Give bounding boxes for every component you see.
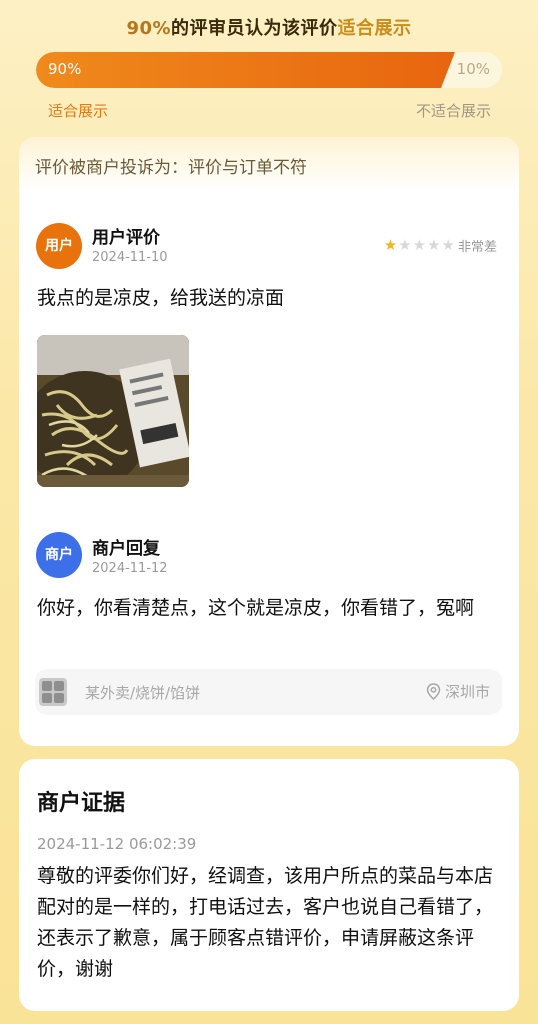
location-pin-icon [426,683,441,700]
user-review-text: 我点的是凉皮，给我送的凉面 [37,287,285,309]
star-icon: ★ [441,236,455,254]
star-icon: ★ [383,236,398,254]
review-photo-image [37,335,189,487]
star-icon: ★ [427,236,441,254]
merchant-reply-header: 商户 商户回复 2024-11-12 [19,532,519,592]
vote-suitable-fill [36,52,455,88]
merchant-reply-text: 你好，你看清楚点，这个就是凉皮，你看错了，冤啊 [37,597,475,619]
vote-unsuitable-label: 不适合展示 [415,102,491,120]
consensus-accent: 适合展示 [337,18,412,39]
shop-category: 某外卖/烧饼/馅饼 [85,684,201,702]
merchant-avatar: 商户 [36,532,82,578]
review-photo[interactable] [37,335,189,487]
rating-label: 非常差 [457,240,497,255]
evidence-text: 尊敬的评委你们好，经调查，该用户所点的菜品与本店配对的是一样的，打电话过去，客户… [37,865,494,980]
shop-thumbnail [39,678,67,706]
vote-suitable-label: 适合展示 [48,102,109,120]
vote-suitable-percent: 90% [48,60,82,78]
evidence-card: 商户证据 2024-11-12 06:02:39 尊敬的评委你们好，经调查，该用… [19,759,519,1011]
vote-unsuitable-percent: 10% [456,60,490,78]
star-icon: ★ [398,236,412,254]
merchant-reply-date: 2024-11-12 [92,561,168,576]
shop-location: 深圳市 [426,681,490,702]
evidence-datetime: 2024-11-12 06:02:39 [37,835,197,853]
complaint-banner: 评价被商户投诉为：评价与订单不符 [19,137,519,191]
user-review-date: 2024-11-10 [92,250,168,265]
user-review-title: 用户评价 [92,228,160,248]
consensus-title: 90%的评审员认为该评价适合展示 [0,14,538,40]
consensus-text: 的评审员认为该评价 [171,18,338,39]
user-avatar: 用户 [36,223,82,269]
evidence-title: 商户证据 [37,791,126,816]
star-rating: ★ ★ ★ ★ ★ 非常差 [383,236,497,256]
vote-progress-bar: 90% 10% [36,52,502,88]
star-icon: ★ [412,236,427,254]
shop-city: 深圳市 [444,683,490,701]
consensus-percent: 90% [126,18,172,39]
vote-labels: 适合展示 不适合展示 [48,100,491,120]
user-review-header: 用户 用户评价 2024-11-10 ★ ★ ★ ★ ★ 非常差 [19,221,519,281]
review-card: 评价被商户投诉为：评价与订单不符 用户 用户评价 2024-11-10 ★ ★ … [19,137,519,746]
merchant-reply-title: 商户回复 [92,539,160,559]
shop-info-row[interactable]: 某外卖/烧饼/馅饼 深圳市 [35,669,502,715]
